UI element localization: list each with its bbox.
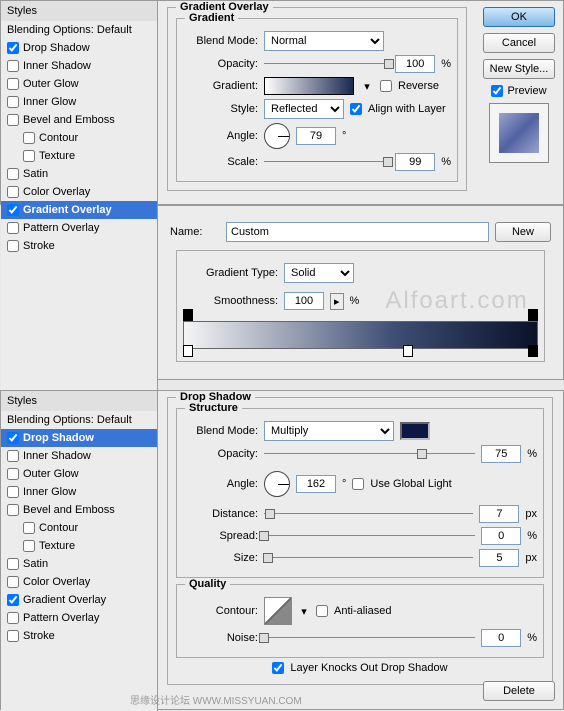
style-checkbox[interactable]	[7, 60, 19, 72]
color-stop-1[interactable]	[183, 345, 193, 357]
style-checkbox[interactable]	[7, 450, 19, 462]
gradient-type-select[interactable]: Solid	[284, 263, 354, 283]
style-item-inner-glow[interactable]: Inner Glow	[1, 483, 157, 501]
opacity-slider[interactable]	[264, 57, 389, 71]
contour-picker[interactable]	[264, 597, 292, 625]
style-checkbox[interactable]	[7, 204, 19, 216]
opacity-stop-left[interactable]	[183, 309, 193, 321]
opacity-stop-right[interactable]	[528, 309, 538, 321]
color-stop-3[interactable]	[528, 345, 538, 357]
style-item-pattern-overlay[interactable]: Pattern Overlay	[1, 219, 157, 237]
style-item-stroke[interactable]: Stroke	[1, 237, 157, 255]
aa-checkbox[interactable]	[316, 605, 328, 617]
style-checkbox[interactable]	[23, 132, 35, 144]
style-item-drop-shadow[interactable]: Drop Shadow	[1, 39, 157, 57]
style-checkbox[interactable]	[7, 576, 19, 588]
style-item-gradient-overlay[interactable]: Gradient Overlay	[1, 201, 157, 219]
style-checkbox[interactable]	[7, 114, 19, 126]
quality-group: Quality Contour:▾Anti-aliased Noise:0%	[176, 584, 544, 658]
style-item-outer-glow[interactable]: Outer Glow	[1, 465, 157, 483]
style-checkbox[interactable]	[7, 222, 19, 234]
ds-spread-slider[interactable]	[264, 529, 475, 543]
ds-dist-slider[interactable]	[264, 507, 473, 521]
style-item-stroke[interactable]: Stroke	[1, 627, 157, 645]
new-style-button[interactable]: New Style...	[483, 59, 555, 79]
ds-angle-dial[interactable]	[264, 471, 290, 497]
color-stop-2[interactable]	[403, 345, 413, 357]
preview-swatch	[489, 103, 549, 163]
blend-mode-select[interactable]: Normal	[264, 31, 384, 51]
style-checkbox[interactable]	[7, 612, 19, 624]
blending-options-row-2[interactable]: Blending Options: Default	[1, 411, 157, 429]
gradient-group: Gradient Blend Mode:Normal Opacity:100% …	[176, 18, 458, 182]
gradient-overlay-group: Gradient Overlay Gradient Blend Mode:Nor…	[167, 7, 467, 191]
cancel-button[interactable]: Cancel	[483, 33, 555, 53]
style-checkbox[interactable]	[7, 594, 19, 606]
style-item-color-overlay[interactable]: Color Overlay	[1, 573, 157, 591]
ds-noise-slider[interactable]	[264, 631, 475, 645]
blending-options-row[interactable]: Blending Options: Default	[1, 21, 157, 39]
align-checkbox[interactable]	[350, 103, 362, 115]
style-checkbox[interactable]	[7, 558, 19, 570]
style-checkbox[interactable]	[7, 486, 19, 498]
style-checkbox[interactable]	[7, 504, 19, 516]
style-checkbox[interactable]	[23, 522, 35, 534]
style-item-pattern-overlay[interactable]: Pattern Overlay	[1, 609, 157, 627]
styles-header-2: Styles	[1, 391, 157, 411]
scale-value[interactable]: 99	[395, 153, 435, 171]
style-checkbox[interactable]	[7, 432, 19, 444]
smoothness-value[interactable]: 100	[284, 292, 324, 310]
style-checkbox[interactable]	[7, 630, 19, 642]
ok-button[interactable]: OK	[483, 7, 555, 27]
style-item-texture[interactable]: Texture	[1, 537, 157, 555]
gradient-picker[interactable]	[264, 77, 354, 95]
style-checkbox[interactable]	[23, 540, 35, 552]
style-checkbox[interactable]	[23, 150, 35, 162]
style-item-texture[interactable]: Texture	[1, 147, 157, 165]
style-checkbox[interactable]	[7, 42, 19, 54]
footer-watermark: 思缘设计论坛 WWW.MISSYUAN.COM	[130, 692, 302, 707]
style-item-outer-glow[interactable]: Outer Glow	[1, 75, 157, 93]
style-select[interactable]: Reflected	[264, 99, 344, 119]
style-checkbox[interactable]	[7, 78, 19, 90]
style-item-bevel-and-emboss[interactable]: Bevel and Emboss	[1, 501, 157, 519]
styles-header: Styles	[1, 1, 157, 21]
angle-value[interactable]: 79	[296, 127, 336, 145]
style-item-bevel-and-emboss[interactable]: Bevel and Emboss	[1, 111, 157, 129]
structure-group: Structure Blend Mode:Multiply Opacity:75…	[176, 408, 544, 578]
style-item-inner-shadow[interactable]: Inner Shadow	[1, 57, 157, 75]
style-item-satin[interactable]: Satin	[1, 165, 157, 183]
style-checkbox[interactable]	[7, 468, 19, 480]
style-item-color-overlay[interactable]: Color Overlay	[1, 183, 157, 201]
style-checkbox[interactable]	[7, 168, 19, 180]
style-item-drop-shadow[interactable]: Drop Shadow	[1, 429, 157, 447]
angle-dial[interactable]	[264, 123, 290, 149]
style-item-contour[interactable]: Contour	[1, 129, 157, 147]
ds-blend-select[interactable]: Multiply	[264, 421, 394, 441]
style-item-contour[interactable]: Contour	[1, 519, 157, 537]
ds-color-swatch[interactable]	[400, 422, 430, 440]
style-checkbox[interactable]	[7, 96, 19, 108]
knockout-checkbox[interactable]	[272, 662, 284, 674]
delete-button[interactable]: Delete	[483, 681, 555, 701]
style-item-gradient-overlay[interactable]: Gradient Overlay	[1, 591, 157, 609]
preview-checkbox[interactable]	[491, 85, 503, 97]
reverse-checkbox[interactable]	[380, 80, 392, 92]
style-checkbox[interactable]	[7, 186, 19, 198]
ds-size-slider[interactable]	[264, 551, 473, 565]
gradient-name-input[interactable]	[226, 222, 489, 242]
gradient-bar[interactable]	[183, 321, 538, 349]
style-item-inner-glow[interactable]: Inner Glow	[1, 93, 157, 111]
style-item-inner-shadow[interactable]: Inner Shadow	[1, 447, 157, 465]
ugl-checkbox[interactable]	[352, 478, 364, 490]
style-checkbox[interactable]	[7, 240, 19, 252]
style-item-satin[interactable]: Satin	[1, 555, 157, 573]
new-gradient-button[interactable]: New	[495, 222, 551, 242]
ds-opacity-slider[interactable]	[264, 447, 475, 461]
opacity-value[interactable]: 100	[395, 55, 435, 73]
drop-shadow-group: Drop Shadow Structure Blend Mode:Multipl…	[167, 397, 553, 685]
scale-slider[interactable]	[264, 155, 389, 169]
